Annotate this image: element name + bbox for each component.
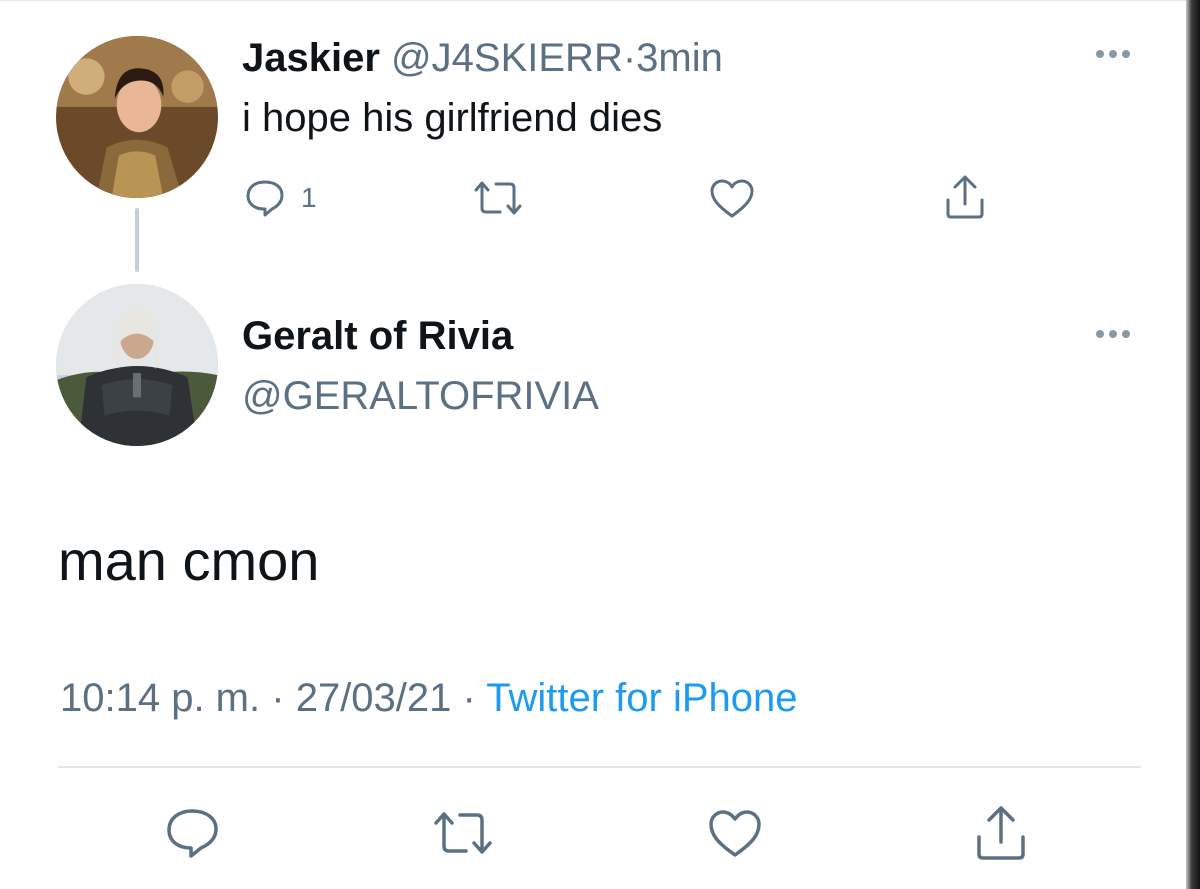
main-retweet-icon[interactable]	[430, 808, 496, 858]
parent-like-icon[interactable]	[708, 178, 756, 220]
parent-reply-icon[interactable]	[244, 178, 288, 218]
main-date[interactable]: 27/03/21	[296, 676, 452, 720]
main-more-icon[interactable]	[1096, 330, 1130, 338]
screen-edge	[1186, 0, 1200, 889]
thread-connector	[135, 208, 139, 272]
main-reply-icon[interactable]	[164, 806, 222, 860]
avatar-jaskier[interactable]	[56, 36, 218, 198]
avatar-jaskier-image	[56, 36, 218, 198]
main-share-icon[interactable]	[972, 804, 1030, 862]
avatar-geralt-image	[56, 284, 218, 446]
meta-separator-2: ·	[462, 676, 476, 720]
top-border	[0, 0, 1200, 1]
parent-more-icon[interactable]	[1096, 50, 1130, 58]
main-tweet-text: man cmon	[58, 529, 320, 592]
parent-handle[interactable]: @J4SKIERR	[391, 36, 623, 80]
parent-time[interactable]: 3min	[636, 36, 723, 80]
parent-reply-count: 1	[301, 182, 317, 213]
parent-retweet-icon[interactable]	[470, 178, 526, 218]
main-like-icon[interactable]	[706, 808, 764, 860]
main-time[interactable]: 10:14 p. m.	[60, 676, 260, 720]
divider	[58, 766, 1141, 768]
parent-tweet-header: Jaskier @J4SKIERR·3min	[242, 36, 723, 81]
avatar-geralt[interactable]	[56, 284, 218, 446]
meta-separator-1: ·	[271, 676, 285, 720]
parent-share-icon[interactable]	[942, 174, 988, 220]
parent-separator: ·	[622, 36, 637, 80]
main-display-name[interactable]: Geralt of Rivia	[242, 314, 513, 359]
source-link[interactable]: Twitter for iPhone	[486, 676, 797, 720]
parent-display-name[interactable]: Jaskier	[242, 36, 380, 80]
tweet-meta-line: 10:14 p. m. · 27/03/21 · Twitter for iPh…	[60, 676, 798, 721]
main-handle[interactable]: @GERALTOFRIVIA	[242, 374, 599, 419]
parent-tweet-text: i hope his girlfriend dies	[242, 96, 663, 140]
